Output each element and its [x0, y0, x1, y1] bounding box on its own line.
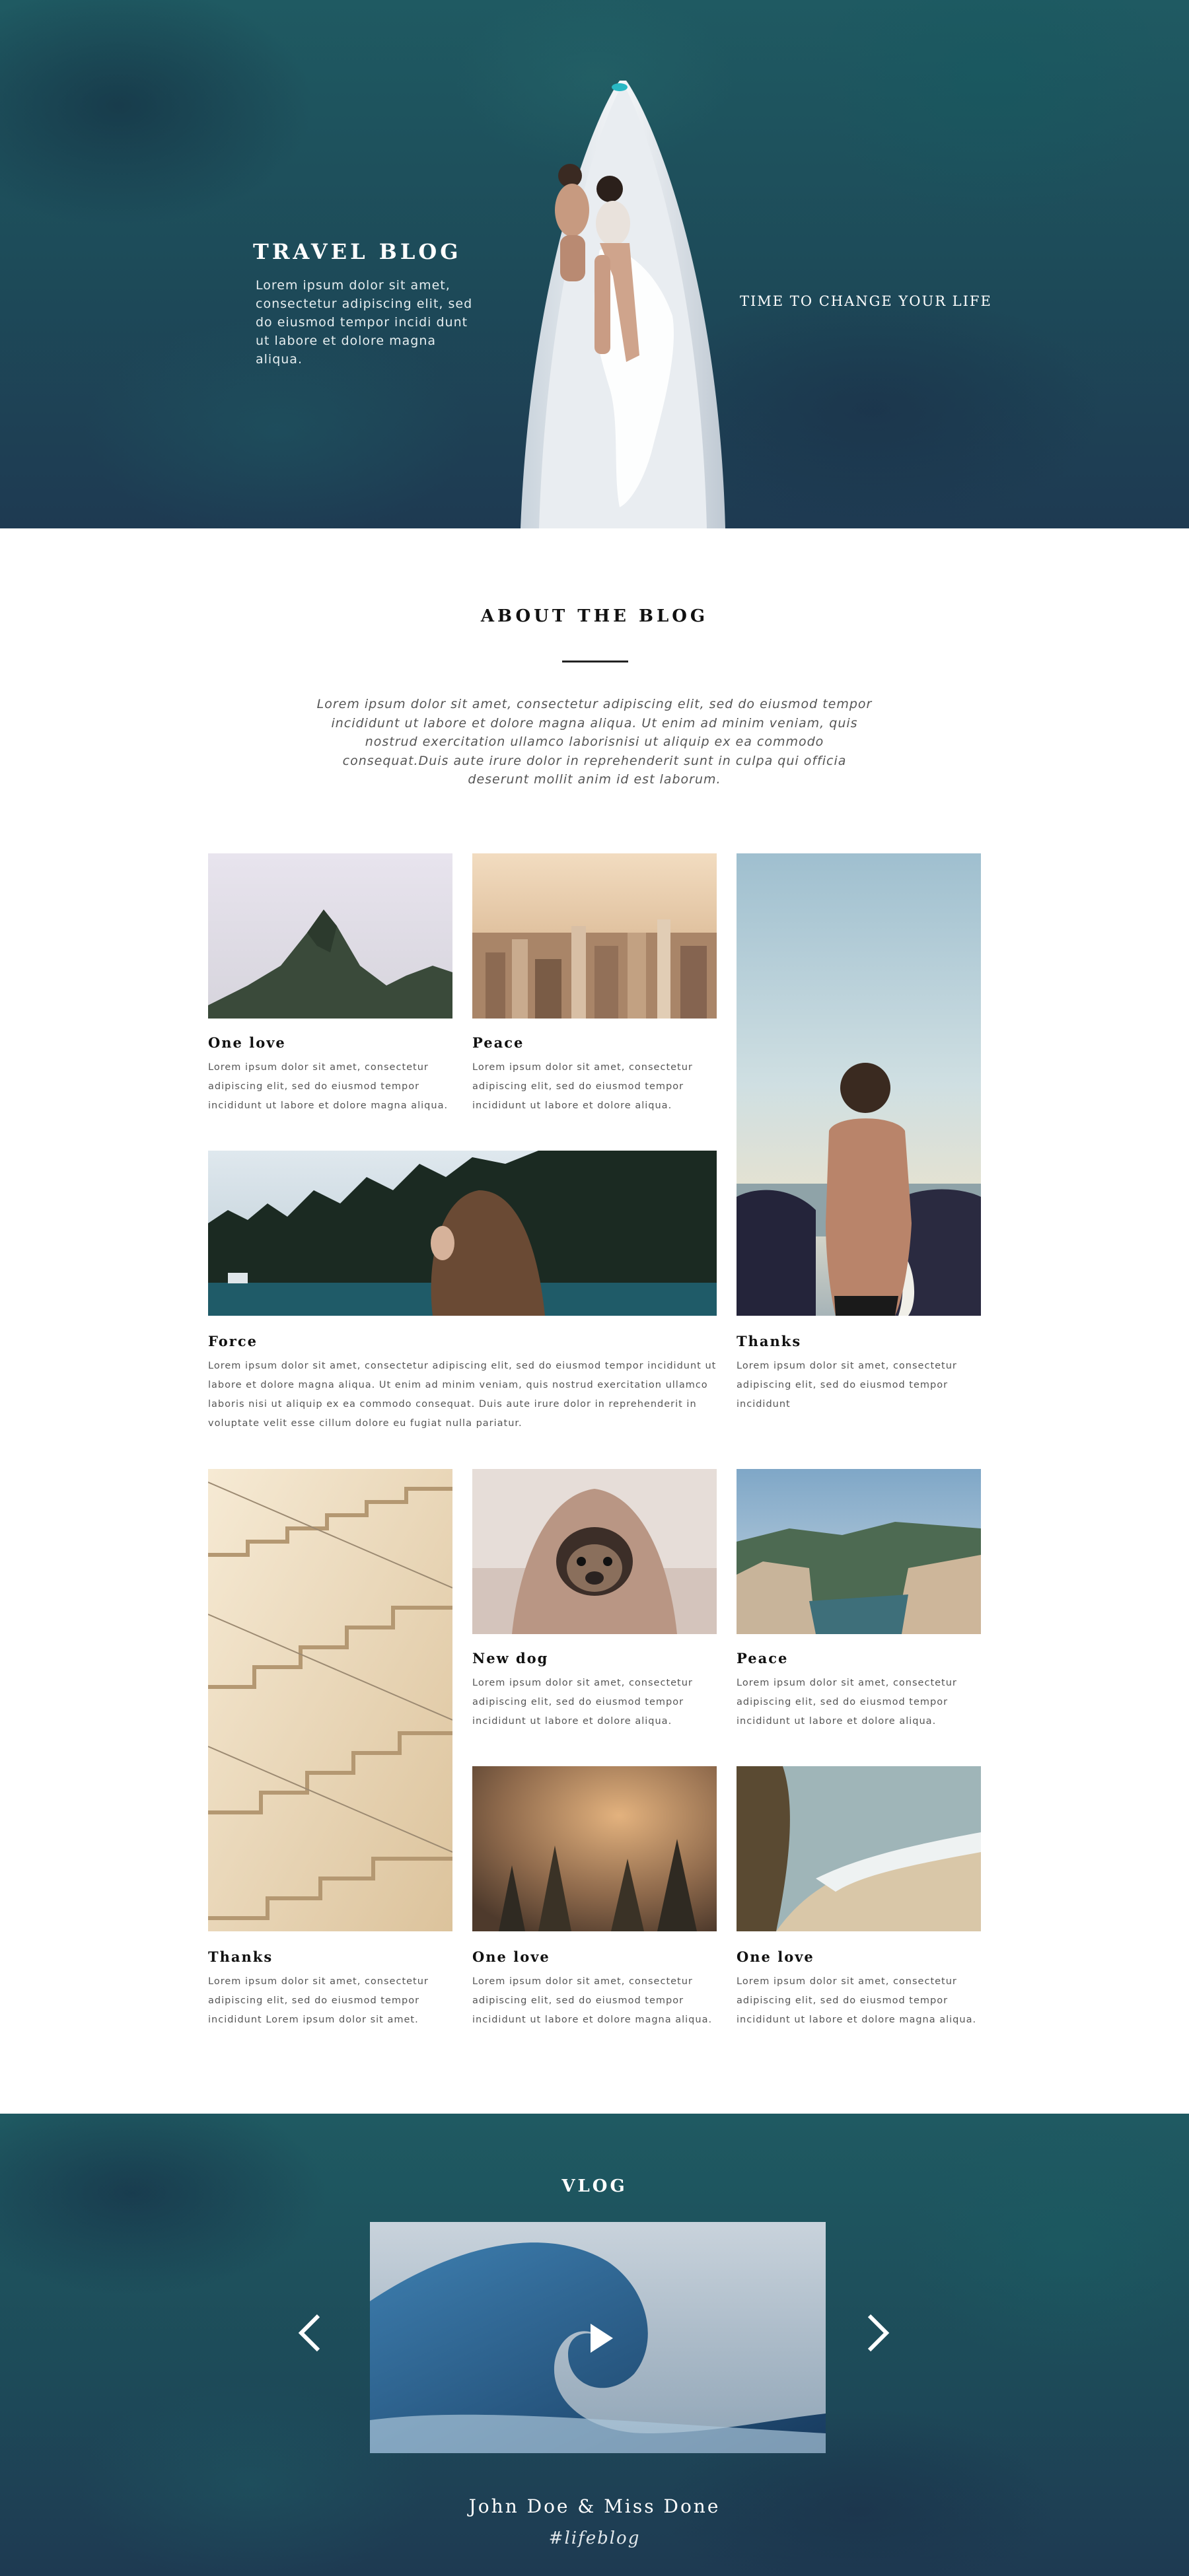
- post-text: Lorem ipsum dolor sit amet, consectetur …: [737, 1361, 957, 1410]
- city-photo[interactable]: [472, 853, 717, 1019]
- pug-blanket-photo[interactable]: [472, 1469, 717, 1634]
- about-title: ABOUT THE BLOG: [480, 606, 709, 626]
- post-title[interactable]: Peace: [737, 1650, 788, 1666]
- staircase-photo[interactable]: [208, 1469, 452, 1931]
- coastal-cliffs-photo[interactable]: [737, 1469, 981, 1634]
- hero-title: TRAVEL BLOG: [253, 239, 462, 264]
- beach-cliff-photo[interactable]: [737, 1766, 981, 1931]
- hero-description: Lorem ipsum dolor sit amet, consectetur …: [256, 278, 473, 367]
- post-text: Lorem ipsum dolor sit amet, consectetur …: [208, 1976, 429, 2025]
- play-icon[interactable]: [588, 2322, 614, 2354]
- post-title[interactable]: New dog: [472, 1650, 548, 1666]
- about-divider: [562, 661, 628, 662]
- post-text: Lorem ipsum dolor sit amet, consectetur …: [472, 1062, 693, 1111]
- hero-tagline: TIME TO CHANGE YOUR LIFE: [740, 293, 992, 309]
- misty-forest-photo[interactable]: [472, 1766, 717, 1931]
- post-title[interactable]: One love: [472, 1949, 550, 1965]
- post-title[interactable]: Thanks: [737, 1333, 801, 1349]
- chevron-right-icon[interactable]: [864, 2312, 893, 2354]
- hero-section: TRAVEL BLOG Lorem ipsum dolor sit amet, …: [0, 0, 1189, 528]
- about-text: Lorem ipsum dolor sit amet, consectetur …: [316, 697, 873, 787]
- hero-couple-boat-image: [521, 81, 725, 528]
- post-text: Lorem ipsum dolor sit amet, consectetur …: [472, 1976, 713, 2025]
- surfer-photo[interactable]: [737, 853, 981, 1316]
- vlog-section: VLOG John Doe & Miss Done #lifeblog: [0, 2114, 1189, 2576]
- post-title[interactable]: Thanks: [208, 1949, 273, 1965]
- post-title[interactable]: One love: [737, 1949, 814, 1965]
- lake-forest-woman-photo[interactable]: [208, 1151, 717, 1316]
- post-title[interactable]: One love: [208, 1034, 286, 1051]
- vlog-hashtag[interactable]: #lifeblog: [0, 2528, 1189, 2548]
- chevron-left-icon[interactable]: [295, 2312, 324, 2354]
- post-text: Lorem ipsum dolor sit amet, consectetur …: [208, 1361, 717, 1429]
- vlog-title: VLOG: [561, 2176, 628, 2196]
- post-text: Lorem ipsum dolor sit amet, consectetur …: [472, 1678, 693, 1727]
- post-text: Lorem ipsum dolor sit amet, consectetur …: [737, 1678, 957, 1727]
- post-text: Lorem ipsum dolor sit amet, consectetur …: [208, 1062, 449, 1111]
- post-title[interactable]: Peace: [472, 1034, 524, 1051]
- post-title[interactable]: Force: [208, 1333, 258, 1349]
- ocean-wave-video[interactable]: [370, 2222, 826, 2453]
- post-text: Lorem ipsum dolor sit amet, consectetur …: [737, 1976, 977, 2025]
- vlog-author-names: John Doe & Miss Done: [468, 2495, 721, 2517]
- mountain-photo[interactable]: [208, 853, 452, 1019]
